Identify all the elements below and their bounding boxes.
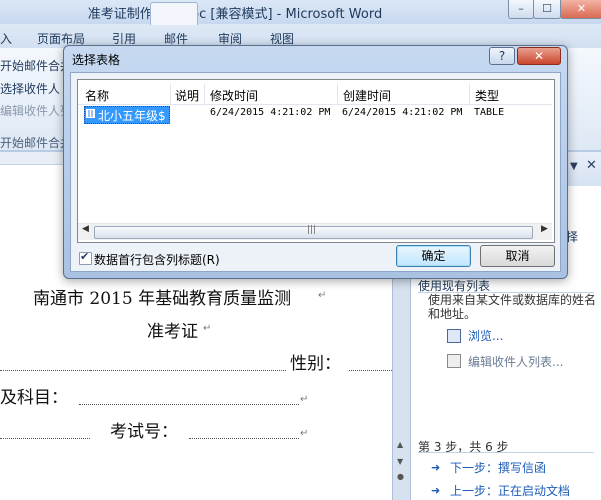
blank-field [90,352,286,371]
column-header-created[interactable]: 创建时间 [343,87,391,104]
gender-label: 性别： [290,354,341,374]
select-recipients-button[interactable]: 选择收件人 [0,80,60,97]
prev-arrow-icon: ➜ [431,484,441,497]
cancel-button[interactable]: 取消 [480,245,555,267]
paragraph-mark: ↵ [203,323,212,334]
start-mail-merge-button[interactable]: 开始邮件合并 [0,57,72,74]
help-button[interactable]: ? [489,47,515,65]
minimize-button[interactable]: – [508,0,534,19]
doc-subheading: 准考证 [147,322,198,342]
dialog-close-button[interactable]: ✕ [517,47,561,65]
tab-insert[interactable]: 入 [0,30,12,47]
subject-field [79,386,299,405]
paragraph-mark: ↵ [300,394,309,405]
doc-heading: 南通市 2015 年基础教育质量监测 [33,289,292,309]
column-header-name[interactable]: 名称 [85,87,109,104]
next-step-link[interactable]: 下一步：撰写信函 [450,459,546,476]
checkmark-icon: ✔ [80,250,90,263]
browse-object-icon[interactable]: ● [397,472,404,481]
column-header-modified[interactable]: 修改时间 [210,87,258,104]
blank-field [0,352,90,371]
dialog-title: 选择表格 [72,53,121,67]
prev-step-link[interactable]: 上一步：正在启动文档 [450,482,570,499]
scroll-left-icon[interactable]: ◀ [82,224,89,234]
table-icon [86,109,95,118]
exam-number-field [189,420,299,439]
exam-number-label: 考试号： [110,422,178,442]
browse-link[interactable]: 浏览... [468,327,503,344]
checkbox-label[interactable]: 数据首行包含列标题(R) [94,251,220,268]
gender-field [349,352,392,371]
task-pane-dropdown-icon[interactable]: ▼ [570,161,578,172]
row-created: 6/24/2015 4:21:02 PM [342,107,463,118]
scroll-down-icon[interactable]: ▼ [397,457,403,466]
edit-recipient-list-link[interactable]: 编辑收件人列表... [468,353,563,370]
paragraph-mark: ↵ [300,428,309,439]
browse-icon [447,329,461,343]
column-separator [469,84,470,104]
row-type: TABLE [474,107,505,118]
column-separator [204,84,205,104]
paragraph-mark: ↵ [318,290,327,301]
window-title: 准考证制作模板.doc [兼容模式] - Microsoft Word [87,7,383,22]
column-header-description[interactable]: 说明 [175,87,199,104]
close-window-button[interactable]: ✕ [560,0,601,19]
row-modified: 6/24/2015 4:21:02 PM [210,107,331,118]
divider [418,452,594,453]
ribbon-group-label: 开始邮件合并 [0,136,73,150]
column-separator [170,84,171,104]
task-pane-description: 使用来自某文件或数据库的姓名和地址。 [428,293,597,321]
next-arrow-icon: ➜ [431,461,441,474]
scroll-grip-icon: ||| [307,225,317,235]
column-header-type[interactable]: 类型 [475,87,499,104]
row-name: 北小五年级$ [98,109,166,123]
column-separator [337,84,338,104]
task-pane-close-icon[interactable]: ✕ [586,158,597,173]
subject-label: 及科目： [0,388,68,408]
tab-mail-active-bg [150,2,198,25]
edit-list-icon [447,354,461,368]
scroll-up-icon[interactable]: ▲ [397,440,403,449]
scroll-right-icon[interactable]: ▶ [541,224,548,234]
maximize-button[interactable]: ☐ [533,0,561,19]
blank-field [0,420,90,439]
ok-button[interactable]: 确定 [396,245,471,267]
